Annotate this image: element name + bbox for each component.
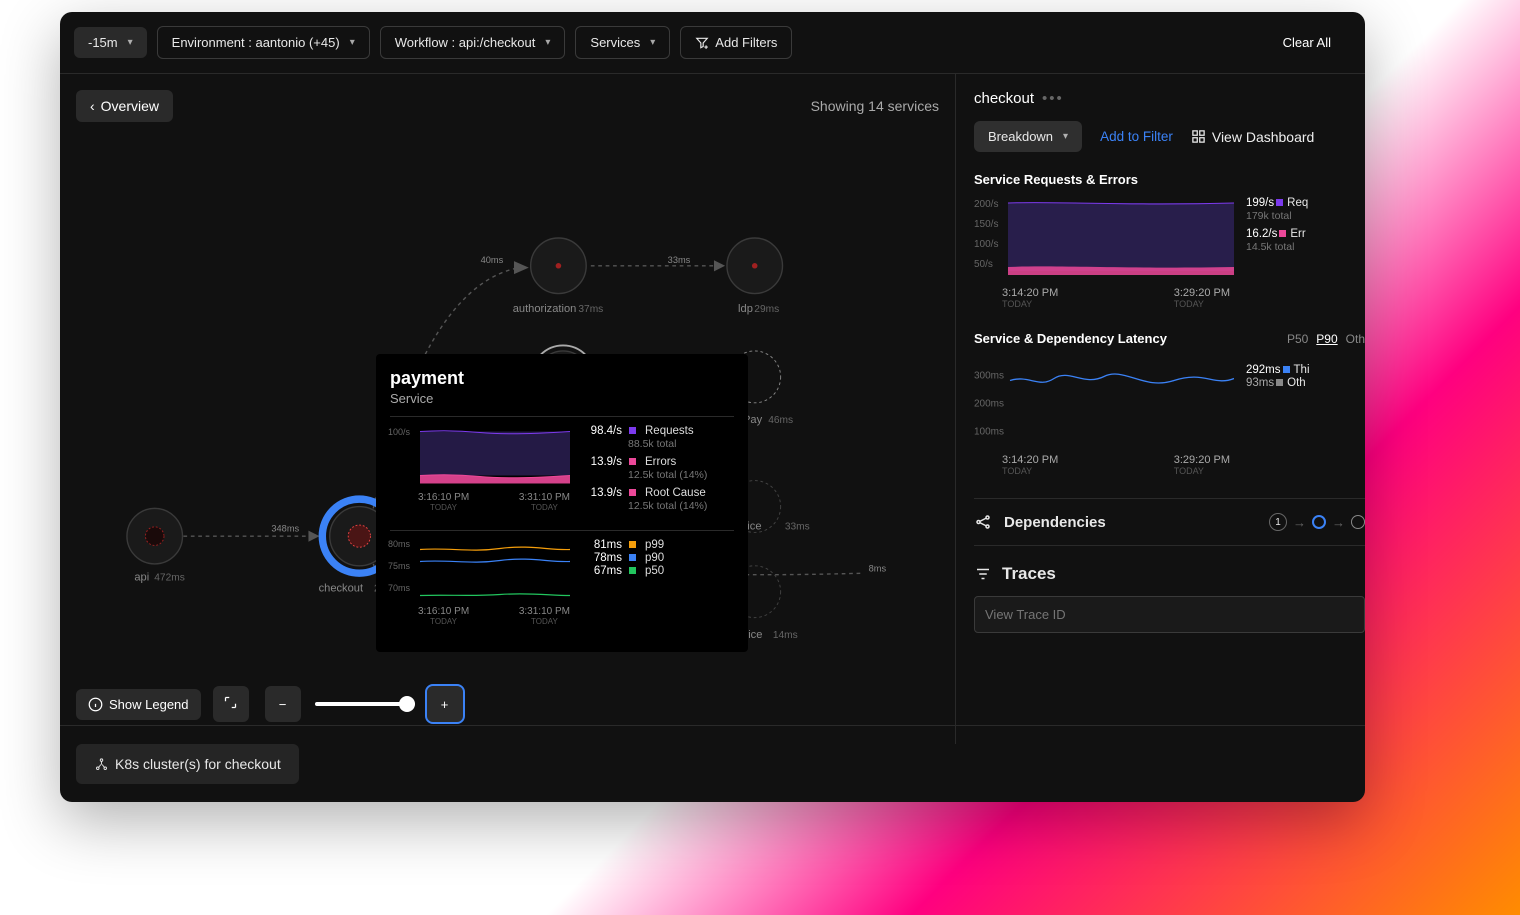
more-menu-icon[interactable]: ••• [1042,90,1064,107]
services-filter[interactable]: Services [575,26,670,59]
k8s-clusters-button[interactable]: K8s cluster(s) for checkout [76,744,299,784]
svg-text:33ms: 33ms [785,522,810,533]
node-api[interactable]: api 472ms [127,508,185,583]
svg-text:200ms: 200ms [974,399,1004,410]
node-hover-tooltip: payment Service 100/s [376,354,748,652]
filter-plus-icon [695,36,709,50]
tooltip-latency-chart: 80ms 75ms 70ms [390,539,570,604]
svg-text:100/s: 100/s [974,239,998,250]
deps-count-badge: 1 [1269,513,1287,531]
svg-text:472ms: 472ms [154,573,185,584]
dashboard-icon [1191,129,1206,144]
chevron-left-icon: ‹ [90,98,95,114]
trace-id-input[interactable] [974,596,1365,633]
time-range-select[interactable]: -15m [74,27,147,58]
node-authorization[interactable]: authorization 37ms [513,238,604,315]
svg-text:46ms: 46ms [768,415,793,426]
tooltip-title: payment [390,368,734,389]
breakdown-select[interactable]: Breakdown [974,121,1082,152]
tooltip-requests-chart: 100/s [390,425,570,490]
requests-errors-title: Service Requests & Errors [974,172,1365,187]
service-map-canvas[interactable]: ‹ Overview Showing 14 services 348ms 86m… [60,74,955,744]
svg-text:authorization: authorization [513,303,577,315]
service-side-panel: checkout ••• Breakdown Add to Filter Vie… [955,74,1365,744]
add-to-filter-link[interactable]: Add to Filter [1100,129,1173,144]
svg-text:29ms: 29ms [754,304,779,315]
top-filter-bar: -15m Environment : aantonio (+45) Workfl… [60,12,1365,74]
svg-text:37ms: 37ms [578,304,603,315]
clear-all-link[interactable]: Clear All [1283,35,1331,50]
svg-text:300ms: 300ms [974,371,1004,382]
svg-text:200/s: 200/s [974,199,998,210]
svg-text:api: api [134,572,149,584]
environment-filter[interactable]: Environment : aantonio (+45) [157,26,370,59]
zoom-slider[interactable] [315,702,415,706]
cluster-icon [94,757,109,772]
svg-text:33ms: 33ms [668,255,691,265]
add-filters-button[interactable]: Add Filters [680,26,792,59]
dependencies-section[interactable]: Dependencies 1 → → [974,498,1365,546]
svg-text:8ms: 8ms [869,563,887,573]
svg-text:348ms: 348ms [271,524,299,534]
node-ldp[interactable]: ldp 29ms [727,238,783,315]
svg-text:150/s: 150/s [974,219,998,230]
expand-icon [223,695,238,710]
share-icon [974,513,992,531]
latency-chart: 300ms 200ms 100ms 3:14:20 PMTODAY 3:29:2… [974,364,1234,476]
overview-back-button[interactable]: ‹ Overview [76,90,173,122]
service-count-label: Showing 14 services [811,98,939,114]
latency-title: Service & Dependency Latency [974,331,1167,346]
svg-text:ldp: ldp [738,303,753,315]
svg-text:50/s: 50/s [974,259,993,270]
view-dashboard-link[interactable]: View Dashboard [1191,129,1314,145]
traces-icon [974,565,992,583]
show-legend-button[interactable]: Show Legend [76,689,201,720]
fullscreen-button[interactable] [213,686,249,722]
latency-percentile-toggle[interactable]: P50 P90 Oth [1287,332,1365,346]
zoom-in-button[interactable]: + [427,686,463,722]
requests-errors-chart: 200/s 150/s 100/s 50/s 3:14:20 PMTODAY [974,197,1234,309]
info-icon [88,697,103,712]
svg-text:14ms: 14ms [773,630,798,638]
panel-service-title: checkout [974,90,1034,107]
svg-text:100ms: 100ms [974,427,1004,438]
svg-text:40ms: 40ms [481,255,504,265]
traces-title: Traces [1002,564,1056,584]
zoom-out-button[interactable]: − [265,686,301,722]
workflow-filter[interactable]: Workflow : api:/checkout [380,26,566,59]
tooltip-subtitle: Service [390,391,734,406]
svg-text:checkout: checkout [319,583,363,595]
